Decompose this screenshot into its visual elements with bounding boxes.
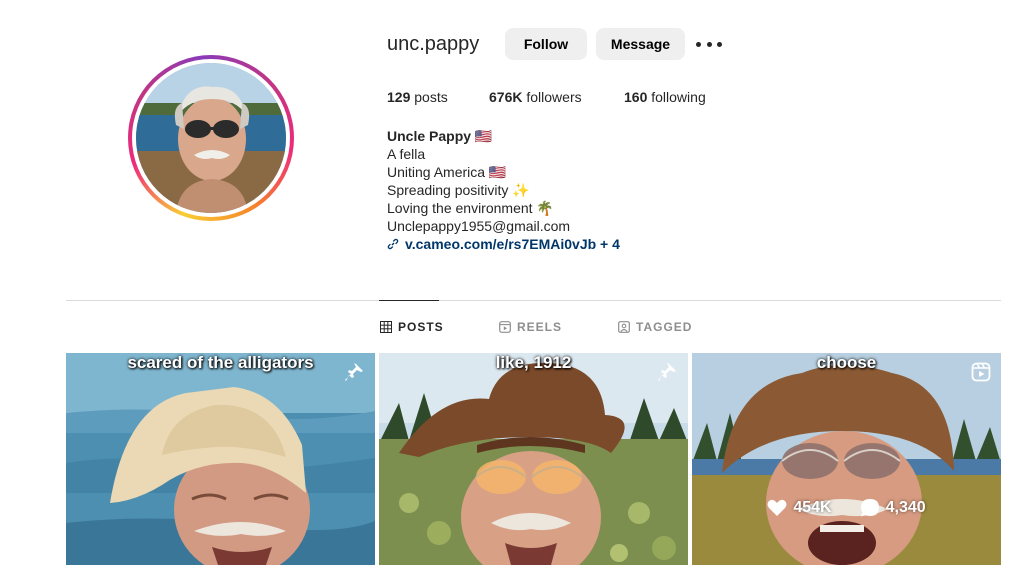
comment-icon [860,499,879,517]
following-stat[interactable]: 160 following [624,89,706,105]
post-caption: like, 1912 [495,353,572,372]
reel-icon [971,362,991,382]
active-tab-indicator [379,300,439,301]
posts-count: 129 [387,89,411,105]
post-tile[interactable]: scared of the alligators [66,353,375,565]
following-label: following [651,89,706,105]
grid-icon [380,321,392,333]
post-caption: scared of the alligators [127,353,314,372]
followers-stat[interactable]: 676K followers [489,89,582,105]
reels-icon [499,321,511,333]
post-tile[interactable]: choose 454K 4,340 [692,353,1001,565]
comments-count: 4,340 [885,499,926,516]
post-hover-stats: 454K 4,340 [692,498,1001,518]
post-thumbnail [66,353,375,565]
bio-line: A fella [387,146,426,162]
followers-count: 676K [489,89,523,105]
likes-stat: 454K [767,498,832,518]
tab-posts[interactable]: POSTS [380,319,444,335]
tab-tagged-label: TAGGED [636,320,693,334]
follow-button[interactable]: Follow [505,28,587,60]
bio-link-text: v.cameo.com/e/rs7EMAi0vJb + 4 [405,236,620,252]
tab-reels-label: REELS [517,320,563,334]
posts-stat: 129 posts [387,89,448,105]
following-count: 160 [624,89,648,105]
pin-icon [345,363,363,381]
bio: Uncle Pappy 🇺🇸 A fella Uniting America 🇺… [387,127,620,253]
post-caption: choose [816,353,877,372]
username: unc.pappy [387,33,480,55]
post-thumbnail [379,353,688,565]
followers-label: followers [526,89,582,105]
avatar-photo [136,63,286,213]
comments-stat: 4,340 [860,498,926,518]
posts-label: posts [414,89,448,105]
display-name: Uncle Pappy 🇺🇸 [387,128,493,144]
post-thumbnail [692,353,1001,565]
message-button[interactable]: Message [596,28,685,60]
bio-link[interactable]: v.cameo.com/e/rs7EMAi0vJb + 4 [387,235,620,253]
tab-posts-label: POSTS [398,320,444,334]
likes-count: 454K [793,499,832,516]
bio-line: Spreading positivity ✨ [387,182,530,198]
bio-line: Uniting America 🇺🇸 [387,164,507,180]
heart-icon [767,499,787,516]
more-dots-icon[interactable] [696,36,722,52]
tab-reels[interactable]: REELS [499,319,562,335]
avatar-border [132,59,290,217]
post-tile[interactable]: like, 1912 [379,353,688,565]
bio-line: Loving the environment 🌴 [387,200,554,216]
profile-avatar[interactable] [128,55,294,221]
tagged-icon [618,321,630,333]
tabs-divider [66,300,1001,301]
pin-icon [658,363,676,381]
link-icon [387,238,399,250]
bio-email: Unclepappy1955@gmail.com [387,218,571,234]
tab-tagged[interactable]: TAGGED [618,319,692,335]
